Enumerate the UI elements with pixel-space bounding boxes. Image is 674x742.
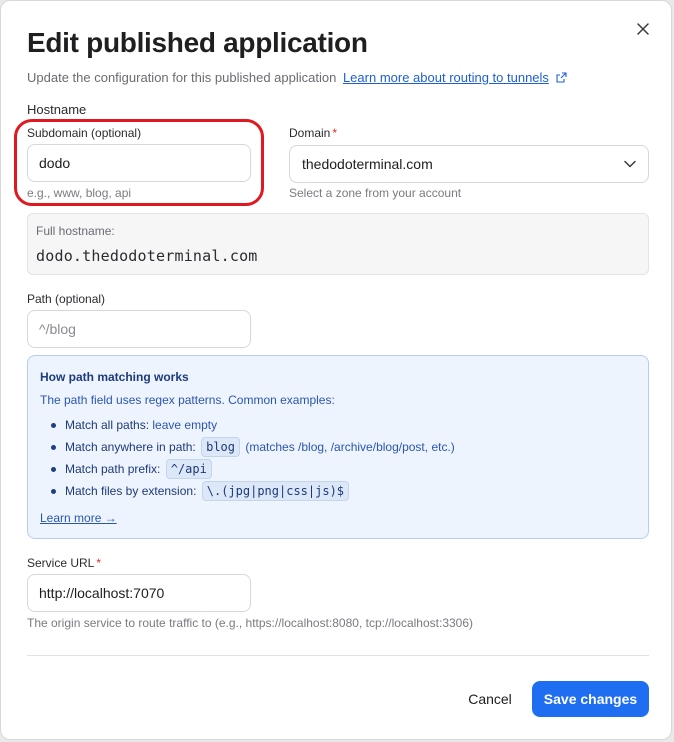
required-mark: *	[332, 126, 338, 140]
list-item: Match anywhere in path: blog (matches /b…	[40, 436, 455, 458]
code-snippet: \.(jpg|png|css|js)$	[201, 481, 350, 501]
service-url-label: Service URL *	[27, 556, 101, 570]
info-description: The path field uses regex patterns. Comm…	[40, 393, 335, 407]
required-mark: *	[96, 556, 102, 570]
full-hostname-value: dodo.thedodoterminal.com	[36, 247, 258, 265]
dialog-title: Edit published application	[27, 27, 368, 58]
path-learn-more-link[interactable]: Learn more →	[40, 511, 117, 525]
code-snippet: blog	[201, 437, 240, 457]
subdomain-help: e.g., www, blog, api	[27, 186, 132, 200]
list-item: Match path prefix: ^/api	[40, 458, 455, 480]
save-changes-button[interactable]: Save changes	[532, 681, 649, 717]
list-item: Match files by extension: \.(jpg|png|css…	[40, 480, 455, 502]
hostname-section-label: Hostname	[27, 102, 87, 117]
subtitle-text: Update the configuration for this publis…	[27, 70, 337, 85]
domain-label-text: Domain	[289, 126, 331, 140]
code-snippet: ^/api	[165, 459, 212, 479]
edit-application-dialog: Edit published application Update the co…	[0, 0, 672, 740]
full-hostname-label: Full hostname:	[36, 224, 115, 238]
list-item: Match all paths: leave empty	[40, 414, 455, 436]
close-icon	[637, 23, 649, 35]
domain-label: Domain *	[289, 126, 337, 140]
external-link-icon	[555, 72, 567, 83]
path-label: Path (optional)	[27, 292, 106, 306]
routing-learn-more-link[interactable]: Learn more about routing to tunnels	[343, 70, 549, 85]
service-url-input[interactable]	[27, 574, 251, 612]
domain-select[interactable]: thedodoterminal.com	[289, 145, 649, 183]
chevron-down-icon	[624, 160, 636, 168]
domain-help: Select a zone from your account	[289, 186, 462, 200]
close-button[interactable]	[631, 17, 655, 41]
domain-selected-value: thedodoterminal.com	[302, 156, 433, 172]
info-title: How path matching works	[40, 370, 189, 384]
footer-divider	[27, 655, 649, 656]
service-url-label-text: Service URL	[27, 556, 95, 570]
subdomain-label: Subdomain (optional)	[27, 126, 142, 140]
path-input[interactable]	[27, 310, 251, 348]
cancel-button[interactable]: Cancel	[457, 681, 523, 717]
examples-list: Match all paths: leave empty Match anywh…	[40, 414, 455, 502]
path-matching-info: How path matching works The path field u…	[27, 355, 649, 539]
subdomain-input[interactable]	[27, 144, 251, 182]
dialog-subtitle: Update the configuration for this publis…	[27, 70, 567, 85]
service-url-help: The origin service to route traffic to (…	[27, 616, 474, 630]
full-hostname-preview: Full hostname: dodo.thedodoterminal.com	[27, 213, 649, 275]
